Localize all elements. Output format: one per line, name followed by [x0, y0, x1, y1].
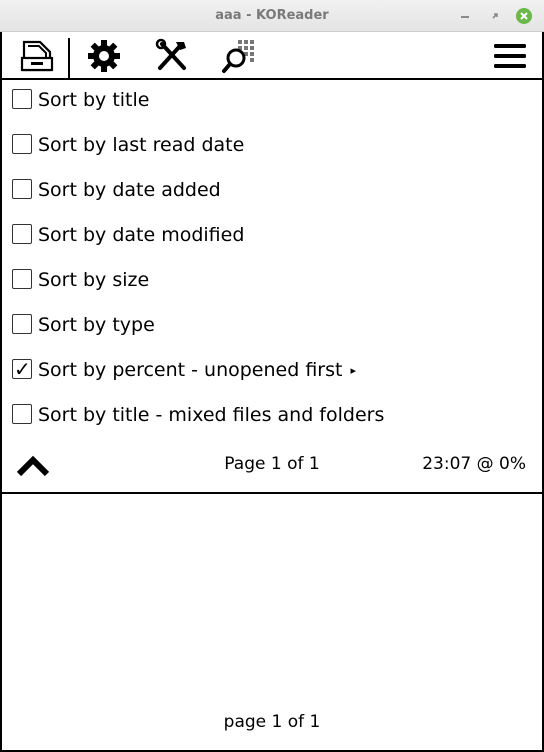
- tools-icon: [155, 38, 186, 70]
- menu-item-label: Sort by title: [38, 89, 150, 111]
- checkbox[interactable]: [12, 314, 32, 334]
- tab-search[interactable]: [220, 38, 260, 74]
- submenu-arrow-icon: ▸: [350, 364, 356, 377]
- minimize-button[interactable]: [457, 8, 473, 24]
- checkbox[interactable]: [12, 179, 32, 199]
- checkbox[interactable]: [12, 269, 32, 289]
- menu-item-label: Sort by date added: [38, 179, 221, 201]
- checkbox[interactable]: [12, 224, 32, 244]
- checkbox-checked[interactable]: ✓: [12, 357, 32, 381]
- menu-item-sort-by-type[interactable]: Sort by type: [2, 305, 542, 350]
- maximize-icon: [492, 13, 498, 19]
- menu-item-sort-by-last-read-date[interactable]: Sort by last read date: [2, 125, 542, 170]
- menu-item-sort-by-title-mixed[interactable]: Sort by title - mixed files and folders: [2, 395, 542, 440]
- checkmark-icon: ✓: [14, 357, 31, 381]
- menu-item-label: Sort by date modified: [38, 224, 245, 246]
- menu-item-label-wrapper: Sort by percent - unopened first ▸: [38, 358, 356, 383]
- menu-item-sort-by-size[interactable]: Sort by size: [2, 260, 542, 305]
- time-battery-status: 23:07 @ 0%: [422, 454, 526, 474]
- filemanager-icon: [20, 40, 54, 72]
- search-icon: [222, 40, 254, 73]
- menu-item-sort-by-date-modified[interactable]: Sort by date modified: [2, 215, 542, 260]
- hamburger-menu-icon: [494, 44, 526, 68]
- menu-item-label: Sort by title - mixed files and folders: [38, 404, 385, 426]
- window-titlebar: aaa - KOReader: [0, 0, 544, 32]
- checkbox[interactable]: [12, 134, 32, 154]
- menu-footer: Page 1 of 1 23:07 @ 0%: [2, 444, 542, 494]
- settings-icon: [88, 40, 120, 72]
- menu-item-sort-by-title[interactable]: Sort by title: [2, 80, 542, 125]
- maximize-button[interactable]: [487, 8, 503, 24]
- close-button[interactable]: [516, 8, 532, 24]
- filemanager-page-info: page 1 of 1: [223, 712, 321, 732]
- close-icon: [520, 12, 528, 20]
- sort-menu-list: Sort by title Sort by last read date Sor…: [2, 80, 542, 440]
- tab-filemanager[interactable]: [16, 38, 56, 74]
- menu-item-sort-by-percent-unopened-first[interactable]: ✓ Sort by percent - unopened first ▸: [2, 350, 542, 395]
- menu-item-label: Sort by size: [38, 269, 150, 291]
- menu-tab-bar: [2, 32, 542, 80]
- menu-item-label: Sort by type: [38, 314, 155, 336]
- checkbox[interactable]: [12, 89, 32, 109]
- tab-settings[interactable]: [84, 38, 124, 74]
- menu-item-sort-by-date-added[interactable]: Sort by date added: [2, 170, 542, 215]
- koreader-main-frame: Sort by title Sort by last read date Sor…: [0, 32, 544, 752]
- tab-divider: [68, 38, 70, 80]
- tab-main-menu[interactable]: [490, 38, 530, 74]
- menu-item-label: Sort by percent - unopened first: [38, 359, 343, 381]
- checkbox[interactable]: [12, 404, 32, 424]
- menu-item-label: Sort by last read date: [38, 134, 245, 156]
- tab-tools[interactable]: [152, 38, 192, 74]
